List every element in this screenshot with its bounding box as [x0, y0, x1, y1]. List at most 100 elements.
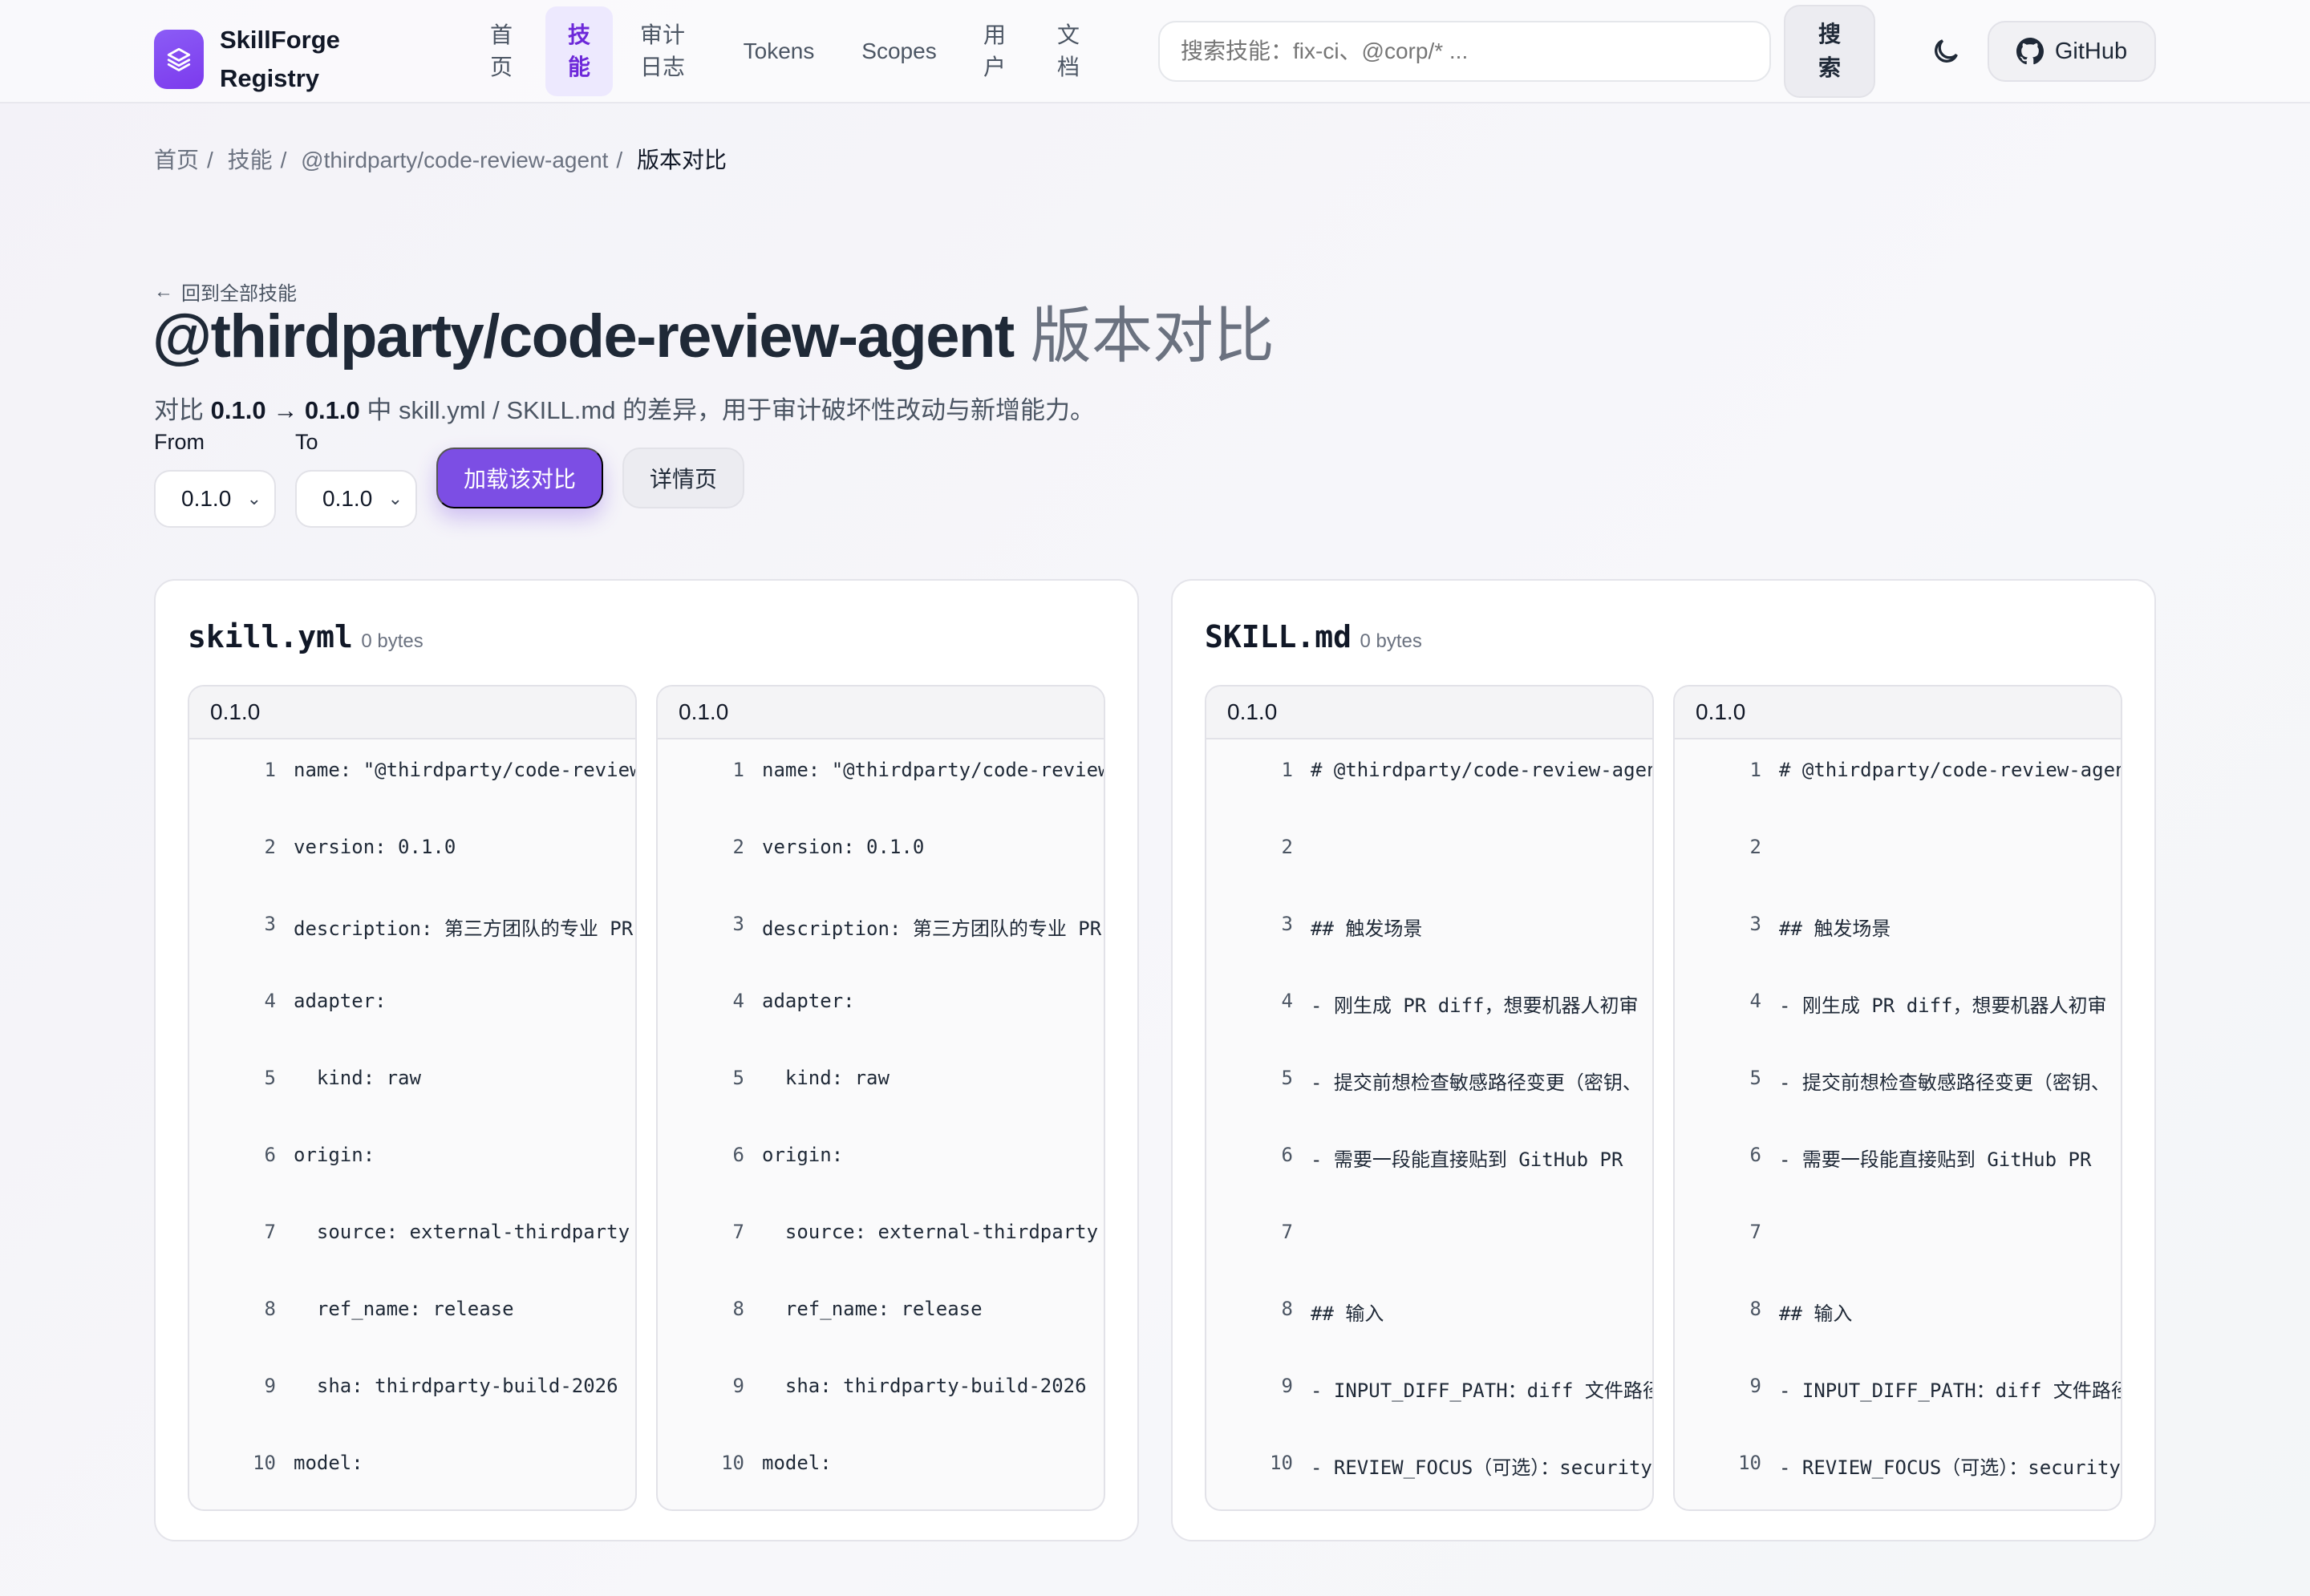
line-text: adapter: — [762, 990, 855, 1012]
code-line: 4 - 刚生成 PR diff，想要机器人初审 — [1206, 970, 1652, 1047]
line-number: 3 — [1281, 913, 1293, 935]
line-number: 8 — [1281, 1298, 1293, 1320]
chevron-down-icon: ⌄ — [387, 488, 403, 508]
line-text: # @thirdparty/code-review-agent — [1779, 759, 2121, 781]
line-number: 4 — [264, 990, 276, 1012]
top-navigation-bar: SkillForge Registry 首 页 技 能 审计 日志 Tokens… — [0, 0, 2310, 103]
brand[interactable]: SkillForge Registry — [154, 21, 340, 98]
diff-column-version: 0.1.0 — [1206, 687, 1652, 739]
line-number: 7 — [1749, 1221, 1761, 1243]
line-number: 1 — [1749, 759, 1761, 781]
nav-item-home[interactable]: 首 页 — [484, 6, 518, 96]
page-title-suffix: 版本对比 — [1013, 302, 1275, 371]
code-line: 2 version: 0.1.0 — [658, 816, 1104, 893]
line-number: 3 — [1749, 913, 1761, 935]
subtitle-prefix: 对比 — [154, 396, 211, 424]
line-number: 10 — [1270, 1452, 1293, 1474]
breadcrumb-skills[interactable]: 技能 — [228, 148, 273, 172]
line-text: kind: raw — [762, 1067, 890, 1089]
layers-icon — [154, 30, 204, 89]
code-line: 2 version: 0.1.0 — [189, 816, 635, 893]
line-text: ref_name: release — [762, 1298, 983, 1320]
line-text: ## 触发场景 — [1311, 917, 1423, 940]
breadcrumb-separator: / — [280, 148, 287, 172]
brand-name-line2: Registry — [220, 64, 320, 92]
nav-item-audit-log[interactable]: 审计 日志 — [634, 6, 691, 96]
breadcrumb-skill[interactable]: @thirdparty/code-review-agent — [301, 148, 608, 172]
diff-column-to[interactable]: 0.1.0 1 name: "@thirdparty/code-review-ag… — [656, 685, 1105, 1511]
page-title: @thirdparty/code-review-agent 版本对比 — [152, 297, 1275, 377]
line-number: 8 — [732, 1298, 744, 1320]
line-number: 2 — [1749, 836, 1761, 858]
line-number: 8 — [264, 1298, 276, 1320]
panel-header: SKILL.md 0 bytes — [1205, 619, 1422, 654]
breadcrumb-separator: / — [207, 148, 213, 172]
line-text: - 刚生成 PR diff，想要机器人初审 — [1311, 994, 1639, 1017]
line-number: 4 — [732, 990, 744, 1012]
panel-filename: SKILL.md — [1205, 619, 1352, 654]
code-line: 10 model: — [658, 1432, 1104, 1509]
nav-item-scopes[interactable]: Scopes — [857, 6, 942, 96]
line-text: adapter: — [294, 990, 387, 1012]
code-line: 7 source: external-thirdparty — [658, 1201, 1104, 1278]
code-lines: 1 # @thirdparty/code-review-agent 2 3 ## 触发场… — [1675, 739, 2121, 1509]
detail-page-button[interactable]: 详情页 — [622, 448, 744, 508]
to-version-value: 0.1.0 — [322, 486, 373, 511]
line-text: ## 触发场景 — [1779, 917, 1891, 940]
nav-item-skills[interactable]: 技 能 — [545, 6, 613, 96]
line-text: name: "@thirdparty/code-review-agent" — [294, 759, 635, 781]
line-number: 4 — [1281, 990, 1293, 1012]
nav-item-tokens[interactable]: Tokens — [738, 6, 820, 96]
brand-name: SkillForge Registry — [220, 21, 340, 98]
github-button[interactable]: GitHub — [1988, 21, 2156, 82]
line-text: sha: thirdparty-build-2026 — [294, 1375, 618, 1397]
code-line: 9 sha: thirdparty-build-2026 — [658, 1355, 1104, 1432]
subtitle-arrow: → — [265, 396, 305, 424]
diff-column-from[interactable]: 0.1.0 1 name: "@thirdparty/code-review-ag… — [188, 685, 637, 1511]
code-line: 7 source: external-thirdparty — [189, 1201, 635, 1278]
code-line: 1 name: "@thirdparty/code-review-agent" — [189, 739, 635, 816]
line-text: source: external-thirdparty — [294, 1221, 630, 1243]
search-button[interactable]: 搜 索 — [1784, 5, 1875, 98]
code-line: 8 ## 输入 — [1206, 1278, 1652, 1355]
line-number: 7 — [732, 1221, 744, 1243]
subtitle-from-version: 0.1.0 — [210, 396, 266, 424]
line-number: 1 — [1281, 759, 1293, 781]
code-line: 7 — [1675, 1201, 2121, 1278]
code-line: 8 ref_name: release — [189, 1278, 635, 1355]
line-text: kind: raw — [294, 1067, 421, 1089]
to-version-select[interactable]: 0.1.0 ⌄ — [295, 470, 417, 528]
code-line: 4 adapter: — [189, 970, 635, 1047]
code-line: 8 ref_name: release — [658, 1278, 1104, 1355]
line-text: - REVIEW_FOCUS（可选）：security — [1779, 1456, 2121, 1479]
line-number: 6 — [732, 1144, 744, 1166]
code-line: 9 sha: thirdparty-build-2026 — [189, 1355, 635, 1432]
line-number: 6 — [1281, 1144, 1293, 1166]
load-compare-button[interactable]: 加载该对比 — [436, 448, 603, 508]
code-lines: 1 # @thirdparty/code-review-agent 2 3 ## 触发场… — [1206, 739, 1652, 1509]
code-line: 2 — [1675, 816, 2121, 893]
nav-item-docs[interactable]: 文 档 — [1052, 6, 1084, 96]
diff-column-to[interactable]: 0.1.0 1 # @thirdparty/code-review-agent 2 3… — [1673, 685, 2122, 1511]
line-number: 9 — [1749, 1375, 1761, 1397]
line-number: 5 — [1749, 1067, 1761, 1089]
diff-column-from[interactable]: 0.1.0 1 # @thirdparty/code-review-agent 2 3… — [1205, 685, 1654, 1511]
search-input[interactable] — [1158, 21, 1771, 82]
line-number: 6 — [1749, 1144, 1761, 1166]
line-number: 5 — [264, 1067, 276, 1089]
line-number: 1 — [732, 759, 744, 781]
from-version-select[interactable]: 0.1.0 ⌄ — [154, 470, 276, 528]
nav-item-users[interactable]: 用 户 — [979, 6, 1011, 96]
github-label: GitHub — [2054, 38, 2128, 64]
breadcrumb-separator: / — [616, 148, 623, 172]
code-lines: 1 name: "@thirdparty/code-review-agent" 2v… — [189, 739, 635, 1509]
code-line: 9 - INPUT_DIFF_PATH：diff 文件路径 — [1675, 1355, 2121, 1432]
line-number: 9 — [732, 1375, 744, 1397]
line-text: ## 输入 — [1779, 1302, 1853, 1325]
moon-icon[interactable] — [1930, 35, 1962, 67]
line-number: 4 — [1749, 990, 1761, 1012]
breadcrumb-home[interactable]: 首页 — [154, 148, 199, 172]
line-number: 2 — [1281, 836, 1293, 858]
line-number: 9 — [264, 1375, 276, 1397]
code-lines: 1 name: "@thirdparty/code-review-agent" 2v… — [658, 739, 1104, 1509]
